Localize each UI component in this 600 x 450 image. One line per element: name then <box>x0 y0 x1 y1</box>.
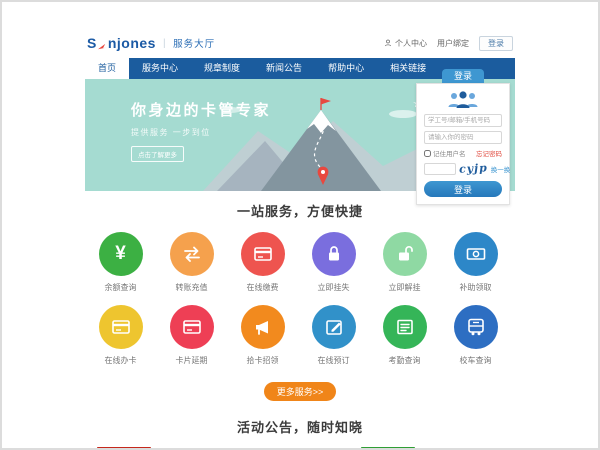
lock-icon <box>312 232 356 276</box>
login-submit-button[interactable]: 登录 <box>424 181 502 197</box>
hero-text-block: 你身边的卡管专家 提供服务 一步到位 点击了解更多 <box>131 99 271 162</box>
captcha-refresh-link[interactable]: 换一换 <box>491 164 511 174</box>
announcements-title: 活动公告，随时知晓 <box>85 417 515 436</box>
more-services-button[interactable]: 更多服务>> <box>264 382 337 401</box>
remember-row: 记住用户名 忘记密码 <box>424 148 502 158</box>
hero-title: 你身边的卡管专家 <box>131 99 271 120</box>
service-cancel-loss[interactable]: 立即解挂 <box>369 232 440 293</box>
login-form: 记住用户名 忘记密码 cyjp 换一换 登录 <box>416 83 510 205</box>
login-panel: 登录 记住用户名 忘记密码 <box>416 69 510 205</box>
logo-text-part1: S <box>87 35 97 51</box>
nav-item-rules[interactable]: 规章制度 <box>191 58 253 79</box>
hero-subtitle: 提供服务 一步到位 <box>131 127 271 138</box>
username-input[interactable] <box>424 114 502 127</box>
announcements-section: 活动公告，随时知晓 使用指南 最新公告 更多>> 使用指南 更多>> <box>85 401 515 450</box>
logo[interactable]: S njones | 服务大厅 <box>87 35 215 51</box>
bus-icon <box>454 305 498 349</box>
captcha-row: cyjp 换一换 <box>424 162 502 175</box>
card-icon <box>99 305 143 349</box>
nav-item-service-center[interactable]: 服务中心 <box>129 58 191 79</box>
hero-banner: 你身边的卡管专家 提供服务 一步到位 点击了解更多 <box>85 79 515 191</box>
bank-card-icon <box>241 232 285 276</box>
list-icon <box>383 305 427 349</box>
tab-usage-guide-green[interactable]: 使用指南 <box>361 447 415 450</box>
service-online-card-apply[interactable]: 在线办卡 <box>85 305 156 366</box>
nav-item-news[interactable]: 新闻公告 <box>253 58 315 79</box>
service-found-card-claim[interactable]: 拾卡招领 <box>227 305 298 366</box>
user-binding-link[interactable]: 用户绑定 <box>437 38 469 49</box>
yen-icon: ¥ <box>99 232 143 276</box>
users-group-icon <box>445 90 481 109</box>
service-subsidy-collect[interactable]: 补助领取 <box>440 232 511 293</box>
logo-text-part2: njones <box>108 35 156 51</box>
services-section: 一站服务，方便快捷 ¥ 余额查询 转账充值 在线缴费 <box>85 191 515 401</box>
logo-divider: | <box>163 38 166 49</box>
edit-icon <box>312 305 356 349</box>
service-online-payment[interactable]: 在线缴费 <box>227 232 298 293</box>
person-icon <box>384 39 392 47</box>
login-tab[interactable]: 登录 <box>442 69 484 83</box>
service-balance-inquiry[interactable]: ¥ 余额查询 <box>85 232 156 293</box>
unlock-icon <box>383 232 427 276</box>
page-frame: S njones | 服务大厅 个人中心 用户绑定 登录 <box>0 0 600 450</box>
logo-arrow-icon <box>98 39 107 48</box>
banknote-icon <box>454 232 498 276</box>
captcha-image[interactable]: cyjp <box>459 161 488 175</box>
card-icon <box>170 305 214 349</box>
captcha-input[interactable] <box>424 163 456 175</box>
forgot-password-link[interactable]: 忘记密码 <box>476 148 502 158</box>
service-school-bus-query[interactable]: 校车查询 <box>440 305 511 366</box>
service-card-extension[interactable]: 卡片延期 <box>156 305 227 366</box>
password-input[interactable] <box>424 131 502 144</box>
nav-item-home[interactable]: 首页 <box>85 58 129 79</box>
service-transfer-recharge[interactable]: 转账充值 <box>156 232 227 293</box>
transfer-arrows-icon <box>170 232 214 276</box>
top-links: 个人中心 用户绑定 登录 <box>384 36 513 51</box>
site-container: S njones | 服务大厅 个人中心 用户绑定 登录 <box>85 2 515 450</box>
hero-cta-button[interactable]: 点击了解更多 <box>131 146 184 162</box>
portal-name: 服务大厅 <box>173 36 215 50</box>
nav-item-help-center[interactable]: 帮助中心 <box>315 58 377 79</box>
top-bar: S njones | 服务大厅 个人中心 用户绑定 登录 <box>85 28 515 58</box>
megaphone-icon <box>241 305 285 349</box>
remember-label: 记住用户名 <box>433 148 466 158</box>
header-login-button[interactable]: 登录 <box>479 36 513 51</box>
service-report-loss[interactable]: 立即挂失 <box>298 232 369 293</box>
personal-center-link[interactable]: 个人中心 <box>384 38 427 49</box>
remember-checkbox[interactable] <box>424 150 431 157</box>
service-online-booking[interactable]: 在线预订 <box>298 305 369 366</box>
service-attendance-query[interactable]: 考勤查询 <box>369 305 440 366</box>
tab-usage-guide[interactable]: 使用指南 <box>97 447 151 450</box>
services-grid: ¥ 余额查询 转账充值 在线缴费 <box>85 232 515 378</box>
